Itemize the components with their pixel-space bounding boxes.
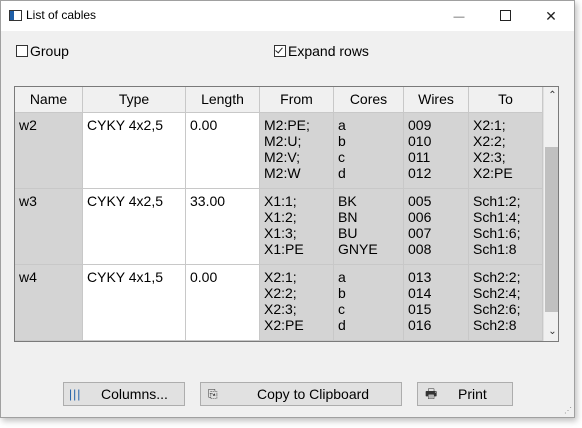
close-icon: ✕ [545, 8, 557, 24]
title-bar[interactable]: List of cables — ✕ [1, 1, 574, 31]
cell-wires[interactable]: 005 006 007 008 [404, 189, 469, 265]
group-checkbox-label: Group [30, 43, 69, 59]
cell-from[interactable]: M2:PE; M2:U; M2:V; M2:W [260, 113, 334, 189]
cell-length[interactable]: 0.00 [186, 113, 260, 189]
cell-from[interactable]: X2:1; X2:2; X2:3; X2:PE [260, 265, 334, 341]
column-header-wires[interactable]: Wires [404, 87, 469, 113]
cell-name[interactable]: w3 [15, 189, 83, 265]
clipboard-icon: ⎘ [208, 387, 218, 401]
cell-length[interactable]: 33.00 [186, 189, 260, 265]
column-header-cores[interactable]: Cores [334, 87, 404, 113]
resize-grip-icon[interactable]: ⋰ [564, 407, 572, 415]
maximize-button[interactable] [482, 1, 528, 31]
group-checkbox[interactable]: Group [16, 43, 69, 59]
column-header-length[interactable]: Length [186, 87, 260, 113]
copy-to-clipboard-button[interactable]: ⎘ Copy to Clipboard [200, 382, 402, 406]
cell-wires[interactable]: 009 010 011 012 [404, 113, 469, 189]
columns-icon: ||| [69, 387, 82, 401]
group-checkbox-box[interactable] [16, 45, 28, 57]
vertical-scrollbar[interactable]: ⌃ ⌄ [543, 87, 558, 341]
cell-name[interactable]: w4 [15, 265, 83, 341]
cell-cores[interactable]: a b c d [334, 265, 404, 341]
print-button[interactable]: 🖶 Print [417, 382, 513, 406]
cell-length[interactable]: 0.00 [186, 265, 260, 341]
scroll-thumb[interactable] [545, 147, 558, 312]
columns-button-label: Columns... [101, 386, 168, 402]
minimize-icon: — [453, 11, 465, 23]
copy-button-label: Copy to Clipboard [257, 386, 370, 402]
column-header-to[interactable]: To [469, 87, 543, 113]
close-button[interactable]: ✕ [528, 1, 574, 31]
expand-rows-checkbox-box[interactable] [274, 45, 286, 57]
cell-type[interactable]: CYKY 4x2,5 [83, 189, 186, 265]
expand-rows-checkbox-label: Expand rows [288, 43, 369, 59]
cell-cores[interactable]: BK BN BU GNYE [334, 189, 404, 265]
columns-button[interactable]: ||| Columns... [63, 382, 185, 406]
window-title: List of cables [26, 8, 97, 22]
column-header-from[interactable]: From [260, 87, 334, 113]
cell-to[interactable]: Sch2:2; Sch2:4; Sch2:6; Sch2:8 [469, 265, 543, 341]
cell-cores[interactable]: a b c d [334, 113, 404, 189]
maximize-icon [499, 10, 511, 22]
cell-to[interactable]: Sch1:2; Sch1:4; Sch1:6; Sch1:8 [469, 189, 543, 265]
print-button-label: Print [458, 386, 487, 402]
cables-window: List of cables — ✕ Group Expand rows Nam… [0, 0, 575, 418]
cell-type[interactable]: CYKY 4x1,5 [83, 265, 186, 341]
cell-name[interactable]: w2 [15, 113, 83, 189]
cell-type[interactable]: CYKY 4x2,5 [83, 113, 186, 189]
cell-to[interactable]: X2:1; X2:2; X2:3; X2:PE [469, 113, 543, 189]
app-icon [9, 10, 22, 21]
scroll-down-icon[interactable]: ⌄ [544, 323, 558, 340]
minimize-button[interactable]: — [436, 1, 482, 31]
scroll-up-icon[interactable]: ⌃ [544, 87, 558, 104]
column-header-type[interactable]: Type [83, 87, 186, 113]
cell-from[interactable]: X1:1; X1:2; X1:3; X1:PE [260, 189, 334, 265]
column-header-name[interactable]: Name [15, 87, 83, 113]
cables-table[interactable]: Name Type Length From Cores Wires To w2 CYKY 4x… [14, 86, 559, 342]
expand-rows-checkbox[interactable]: Expand rows [274, 43, 369, 59]
cell-wires[interactable]: 013 014 015 016 [404, 265, 469, 341]
printer-icon: 🖶 [425, 386, 438, 401]
